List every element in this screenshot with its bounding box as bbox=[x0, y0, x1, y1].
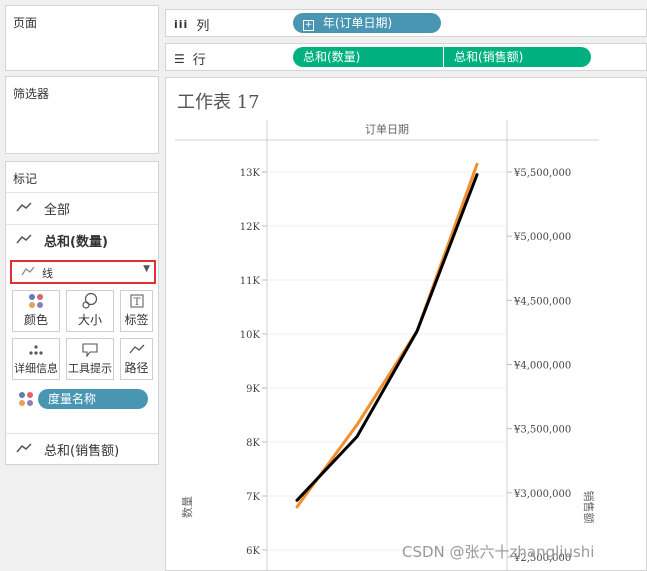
filters-card-title: 筛选器 bbox=[13, 87, 50, 101]
row-pill-sales-label: 总和(销售额) bbox=[454, 50, 524, 64]
size-button[interactable]: 大小 bbox=[66, 290, 114, 332]
label-button-label: 标签 bbox=[124, 313, 149, 327]
columns-shelf-header: iii 列 bbox=[174, 15, 209, 34]
right-tick-label: ¥4,500,000 bbox=[513, 296, 571, 307]
mark-type-value: 线 bbox=[42, 267, 53, 280]
color-dots-icon bbox=[28, 291, 44, 311]
marks-card-title: 标记 bbox=[13, 172, 38, 186]
marks-measure1-label: 总和(数量) bbox=[44, 235, 108, 250]
marks-all-tab[interactable]: 全部 bbox=[6, 192, 158, 224]
label-button[interactable]: T 标签 bbox=[120, 290, 153, 332]
path-icon bbox=[129, 339, 145, 359]
pages-card-title: 页面 bbox=[13, 16, 38, 30]
left-tick-label: 9K bbox=[246, 384, 260, 395]
right-tick-label: ¥3,500,000 bbox=[513, 425, 571, 436]
left-tick-label: 12K bbox=[240, 222, 261, 233]
watermark: CSDN @张六十zhangliushi bbox=[402, 543, 595, 561]
color-dots-icon bbox=[18, 391, 34, 410]
chevron-down-icon: ▼ bbox=[143, 264, 150, 274]
columns-icon: iii bbox=[174, 18, 189, 31]
column-pill-year[interactable]: + 年(订单日期) bbox=[293, 13, 441, 33]
size-icon bbox=[81, 291, 99, 311]
dual-axis-line-chart: 订单日期 13K 12K 11K 10K 9K 8K 7K 6K ¥5,500,000 ¥5,0… bbox=[175, 120, 599, 571]
rows-shelf[interactable]: ☰ 行 总和(数量) 总和(销售额) bbox=[165, 43, 647, 71]
columns-shelf[interactable]: iii 列 + 年(订单日期) bbox=[165, 9, 647, 37]
quantity-series-line bbox=[295, 173, 479, 502]
line-mark-icon bbox=[16, 442, 34, 457]
left-tick-label: 8K bbox=[246, 438, 260, 449]
right-tick-label: ¥5,000,000 bbox=[513, 232, 571, 243]
left-tick-label: 13K bbox=[240, 168, 261, 179]
marks-measure1-tab[interactable]: 总和(数量) bbox=[6, 224, 158, 256]
right-tick-label: ¥5,500,000 bbox=[513, 168, 571, 179]
path-button-label: 路径 bbox=[124, 361, 149, 375]
rows-shelf-header: ☰ 行 bbox=[174, 49, 206, 69]
right-axis-title: 销售额 bbox=[582, 491, 596, 524]
marks-measure2-tab[interactable]: 总和(销售额) bbox=[6, 433, 158, 465]
plus-icon: + bbox=[303, 20, 314, 31]
detail-button[interactable]: 详细信息 bbox=[12, 338, 60, 380]
marks-measure2-label: 总和(销售额) bbox=[44, 444, 120, 459]
line-mark-icon bbox=[21, 265, 35, 279]
measure-names-pill-label: 度量名称 bbox=[48, 392, 97, 406]
svg-text:T: T bbox=[133, 297, 140, 308]
tooltip-icon bbox=[82, 339, 98, 360]
left-tick-label: 7K bbox=[246, 492, 260, 503]
row-pill-quantity-label: 总和(数量) bbox=[303, 50, 361, 64]
right-tick-label: ¥3,000,000 bbox=[513, 489, 571, 500]
left-tick-label: 11K bbox=[240, 276, 261, 287]
color-button-label: 颜色 bbox=[23, 313, 48, 327]
right-tick-label: ¥4,000,000 bbox=[513, 361, 571, 372]
column-header: 订单日期 bbox=[365, 123, 409, 136]
label-icon: T bbox=[130, 291, 144, 311]
rows-shelf-label: 行 bbox=[192, 53, 206, 68]
tooltip-button[interactable]: 工具提示 bbox=[66, 338, 114, 380]
tooltip-button-label: 工具提示 bbox=[68, 362, 112, 375]
path-button[interactable]: 路径 bbox=[120, 338, 153, 380]
mark-type-dropdown[interactable]: 线 ▼ bbox=[10, 260, 156, 284]
line-mark-icon bbox=[16, 201, 34, 216]
filters-card[interactable]: 筛选器 bbox=[5, 76, 159, 154]
left-axis-title: 数量 bbox=[181, 496, 194, 518]
marks-card: 标记 全部 总和(数量) 线 ▼ 颜色 大小 T 标签 详细信息 工具提示 路径… bbox=[5, 161, 159, 465]
left-tick-label: 6K bbox=[246, 546, 260, 557]
row-pill-quantity[interactable]: 总和(数量) bbox=[293, 47, 443, 67]
detail-dots-icon bbox=[28, 339, 44, 360]
marks-all-label: 全部 bbox=[44, 203, 71, 218]
sales-series-line bbox=[295, 162, 479, 509]
detail-button-label: 详细信息 bbox=[14, 362, 58, 375]
size-button-label: 大小 bbox=[77, 313, 102, 327]
left-tick-label: 10K bbox=[240, 330, 261, 341]
column-pill-year-label: 年(订单日期) bbox=[322, 16, 393, 30]
row-pill-sales[interactable]: 总和(销售额) bbox=[444, 47, 591, 67]
measure-names-pill[interactable]: 度量名称 bbox=[38, 389, 148, 409]
columns-shelf-label: 列 bbox=[196, 19, 210, 34]
pages-card: 页面 bbox=[5, 5, 159, 71]
line-mark-icon bbox=[16, 233, 34, 248]
color-button[interactable]: 颜色 bbox=[12, 290, 60, 332]
rows-icon: ☰ bbox=[174, 51, 185, 66]
